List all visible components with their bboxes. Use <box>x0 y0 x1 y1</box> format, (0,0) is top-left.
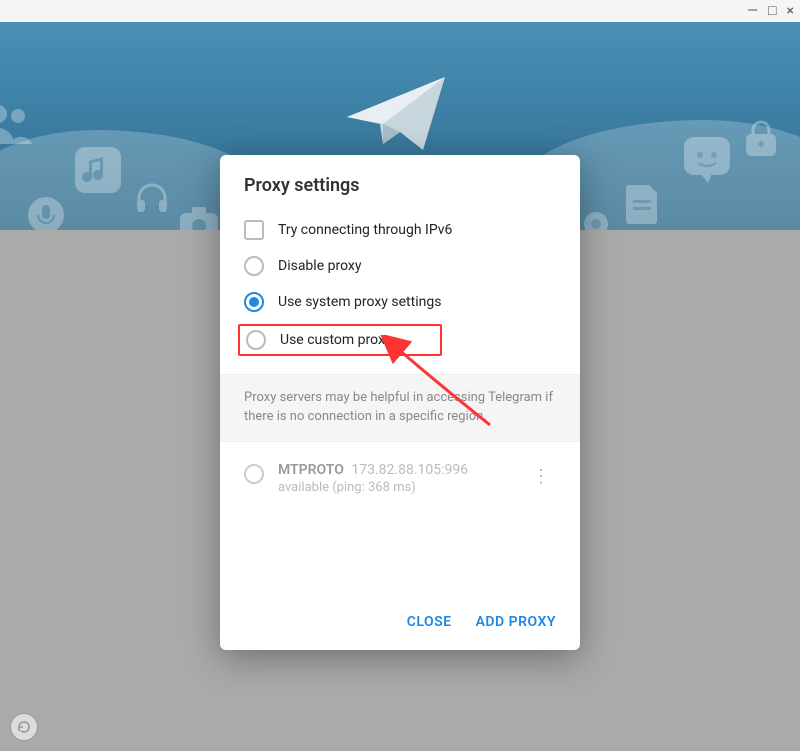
option-disable-proxy[interactable]: Disable proxy <box>240 248 560 284</box>
option-custom-proxy[interactable]: Use custom proxy <box>240 320 560 360</box>
radio-icon <box>244 256 264 276</box>
close-window-button[interactable]: × <box>787 4 794 18</box>
proxy-list: MTPROTO 173.82.88.105:996 available (pin… <box>220 442 580 598</box>
checkbox-icon <box>244 220 264 240</box>
refresh-button[interactable] <box>10 713 38 741</box>
option-label: Use system proxy settings <box>278 294 441 310</box>
close-button[interactable]: CLOSE <box>407 614 452 630</box>
radio-icon <box>246 330 266 350</box>
proxy-item[interactable]: MTPROTO 173.82.88.105:996 available (pin… <box>240 454 560 503</box>
maximize-button[interactable]: □ <box>768 4 776 18</box>
radio-icon <box>244 464 264 484</box>
option-ipv6[interactable]: Try connecting through IPv6 <box>240 212 560 248</box>
modal-footer: CLOSE ADD PROXY <box>220 598 580 650</box>
minimize-button[interactable]: — <box>747 4 758 18</box>
proxy-info-text: Proxy servers may be helpful in accessin… <box>220 374 580 442</box>
proxy-address: 173.82.88.105:996 <box>351 462 468 478</box>
proxy-settings-modal: Proxy settings Try connecting through IP… <box>220 155 580 650</box>
proxy-protocol: MTPROTO <box>278 462 344 478</box>
add-proxy-button[interactable]: ADD PROXY <box>476 614 556 630</box>
proxy-status: available (ping: 368 ms) <box>278 480 512 495</box>
window-titlebar: — □ × <box>0 0 800 22</box>
option-label: Use custom proxy <box>280 332 392 348</box>
modal-title: Proxy settings <box>220 155 580 212</box>
proxy-options: Try connecting through IPv6 Disable prox… <box>220 212 580 374</box>
option-system-proxy[interactable]: Use system proxy settings <box>240 284 560 320</box>
refresh-icon <box>16 719 32 735</box>
option-label: Try connecting through IPv6 <box>278 222 452 238</box>
option-label: Disable proxy <box>278 258 361 274</box>
modal-backdrop: Proxy settings Try connecting through IP… <box>0 22 800 751</box>
radio-icon <box>244 292 264 312</box>
annotation-highlight: Use custom proxy <box>238 324 442 356</box>
kebab-menu-icon[interactable]: ⋮ <box>526 462 556 491</box>
proxy-info: MTPROTO 173.82.88.105:996 available (pin… <box>278 462 512 495</box>
